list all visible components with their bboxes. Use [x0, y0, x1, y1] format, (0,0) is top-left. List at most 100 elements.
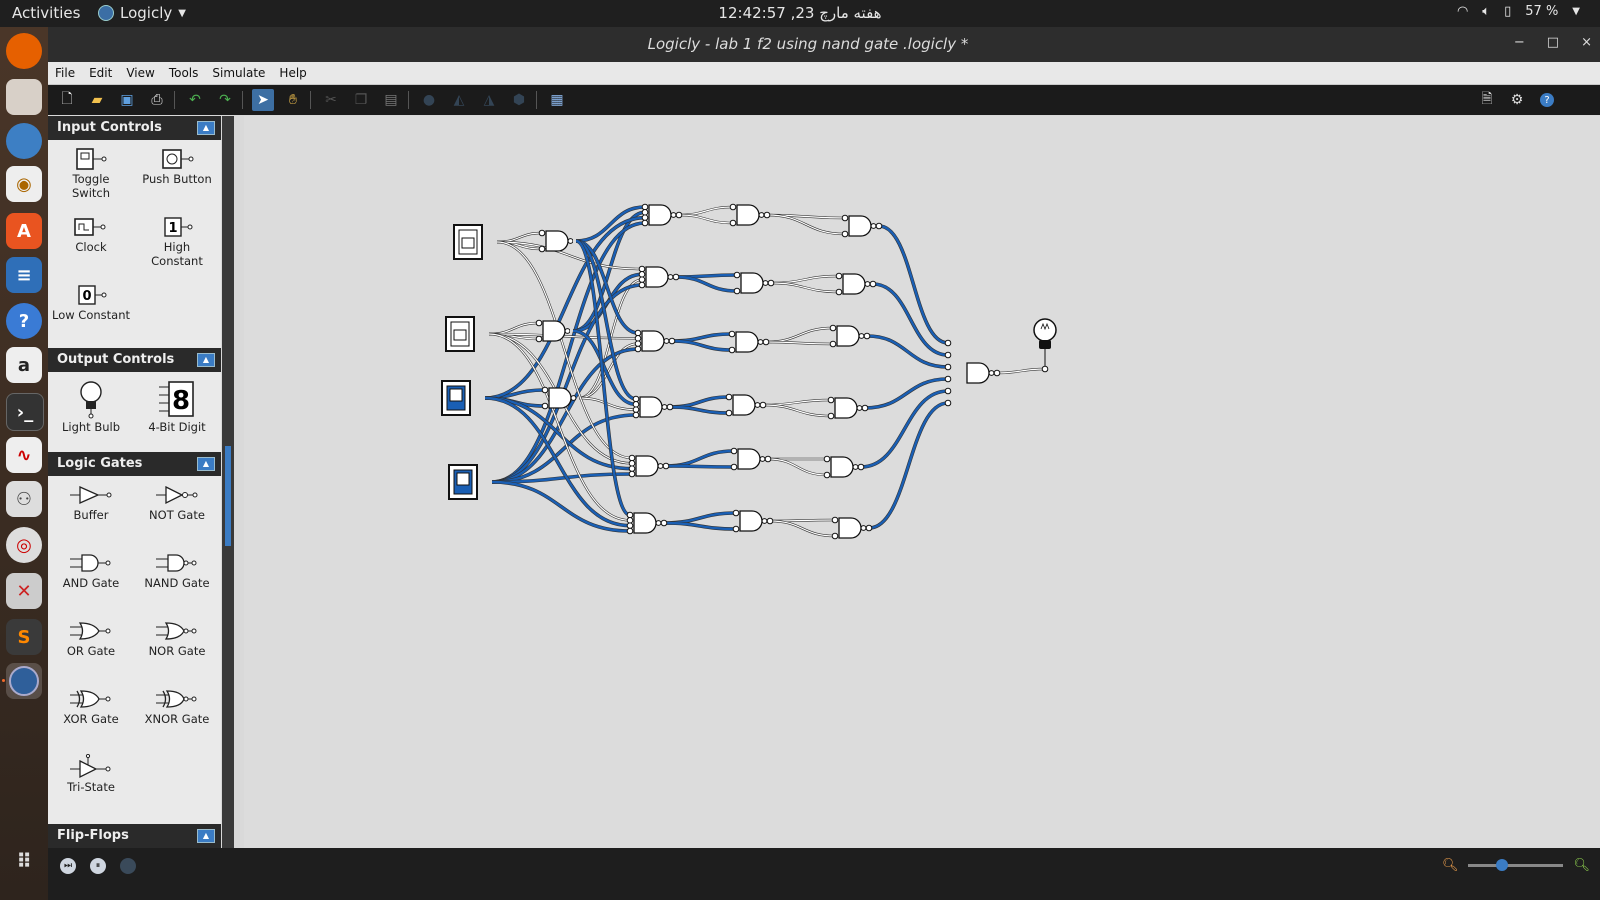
zoom-slider-knob[interactable] [1496, 859, 1509, 871]
window-titlebar[interactable]: Logicly - lab 1 f2 using nand gate .logi… [48, 27, 1600, 62]
connector-pin[interactable] [823, 455, 831, 463]
connector-pin[interactable] [660, 519, 668, 527]
input-controls-header[interactable]: Input Controls ▲ [48, 116, 221, 140]
help-icon[interactable]: ? [6, 303, 42, 339]
connector-pin[interactable] [729, 219, 737, 227]
connector-pin[interactable] [675, 211, 683, 219]
collapse-icon[interactable]: ▲ [197, 353, 215, 367]
connector-pin[interactable] [728, 346, 736, 354]
wire[interactable] [671, 339, 733, 352]
maximize-button[interactable]: □ [1547, 35, 1559, 50]
connector-pin[interactable] [764, 455, 772, 463]
connector-pin[interactable] [730, 447, 738, 455]
flip-horizontal-icon[interactable]: ◭ [448, 89, 470, 111]
connector-pin[interactable] [538, 245, 546, 253]
writer-icon[interactable]: ≡ [6, 257, 42, 293]
wire[interactable] [996, 367, 1046, 375]
connector-pin[interactable] [666, 403, 674, 411]
document-properties-icon[interactable]: 🗎︎ [1476, 89, 1498, 111]
inverter-nand-gate[interactable] [736, 204, 764, 226]
connector-pin[interactable] [732, 509, 740, 517]
zoom-slider[interactable] [1468, 859, 1564, 871]
flip-flops-header[interactable]: Flip-Flops ▲ [48, 824, 221, 848]
minterm-nand-gate[interactable] [641, 330, 669, 352]
wire[interactable] [578, 342, 639, 400]
collapse-icon[interactable]: ▲ [197, 829, 215, 843]
toggle-switch-item[interactable]: Toggle Switch [48, 140, 134, 208]
minterm-nand-gate[interactable] [639, 396, 667, 418]
chrome-icon[interactable]: ◎ [6, 527, 42, 563]
connector-pin[interactable] [725, 393, 733, 401]
inverter-nand-gate[interactable] [739, 510, 767, 532]
connector-pin[interactable] [841, 214, 849, 222]
flip-vertical-icon[interactable]: ◮ [478, 89, 500, 111]
nand-gate-item[interactable]: NAND Gate [134, 544, 220, 612]
connector-pin[interactable] [827, 396, 835, 404]
collapse-icon[interactable]: ▲ [197, 457, 215, 471]
xnor-gate-item[interactable]: XNOR Gate [134, 680, 220, 748]
wire[interactable] [860, 389, 949, 469]
connector-pin[interactable] [729, 203, 737, 211]
paste-icon[interactable]: ▤ [380, 89, 402, 111]
rotate-icon[interactable]: ● [418, 89, 440, 111]
wire[interactable] [491, 480, 631, 533]
connector-pin[interactable] [626, 511, 634, 519]
connector-pin[interactable] [766, 517, 774, 525]
connector-pin[interactable] [632, 395, 640, 403]
toggle-switch-d[interactable] [448, 464, 478, 500]
connector-pin[interactable] [634, 340, 642, 347]
connector-pin[interactable] [869, 280, 877, 288]
connector-pin[interactable] [944, 399, 952, 407]
connector-pin[interactable] [831, 516, 839, 524]
connector-pin[interactable] [863, 332, 871, 340]
system-clock[interactable]: هفته مارچ 23, 12:42:57 [700, 4, 900, 22]
connector-pin[interactable] [626, 522, 634, 529]
inverter-nand-gate[interactable] [842, 273, 870, 295]
clock-item[interactable]: Clock [48, 208, 134, 276]
menu-help[interactable]: Help [272, 62, 313, 84]
connector-pin[interactable] [668, 337, 676, 345]
connector-pin[interactable] [827, 412, 835, 420]
scrollbar-thumb[interactable] [225, 446, 231, 546]
connector-pin[interactable] [641, 203, 649, 211]
inverter-a[interactable] [545, 230, 573, 252]
connector-pin[interactable] [823, 471, 831, 479]
help-circle-icon[interactable]: ? [1536, 89, 1558, 111]
connector-pin[interactable] [638, 271, 646, 278]
connector-pin[interactable] [538, 229, 546, 237]
connector-pin[interactable] [841, 230, 849, 238]
connector-pin[interactable] [728, 330, 736, 338]
undo-icon[interactable]: ↶ [184, 89, 206, 111]
menu-tools[interactable]: Tools [162, 62, 206, 84]
wire[interactable] [678, 205, 734, 217]
tri-state-item[interactable]: Tri-State [48, 748, 134, 816]
rhythmbox-icon[interactable]: ◉ [6, 166, 42, 202]
push-button-item[interactable]: Push Button [134, 140, 220, 208]
circuit-canvas[interactable] [244, 116, 1600, 848]
connector-pin[interactable] [725, 409, 733, 417]
connector-pin[interactable] [628, 470, 636, 478]
minterm-nand-gate[interactable] [633, 512, 661, 534]
app-menu[interactable]: Logicly ▼ [98, 4, 186, 22]
menu-simulate[interactable]: Simulate [205, 62, 272, 84]
connector-pin[interactable] [759, 401, 767, 409]
connector-pin[interactable] [628, 465, 636, 472]
connector-pin[interactable] [641, 209, 649, 216]
connector-pin[interactable] [632, 406, 640, 413]
output-nand-gate[interactable] [966, 362, 994, 384]
high-constant-item[interactable]: 1 High Constant [134, 208, 220, 276]
connector-pin[interactable] [875, 222, 883, 230]
connector-pin[interactable] [829, 324, 837, 332]
amazon-icon[interactable]: a [6, 347, 42, 383]
document-viewer-icon[interactable]: ∿ [6, 437, 42, 473]
wire[interactable] [678, 213, 734, 225]
connector-pin[interactable] [535, 335, 543, 343]
inverter-nand-gate[interactable] [830, 456, 858, 478]
connector-pin[interactable] [634, 329, 642, 337]
save-icon[interactable]: ▣ [116, 89, 138, 111]
connector-pin[interactable] [732, 525, 740, 533]
sublime-text-icon[interactable]: S [6, 619, 42, 655]
menu-file[interactable]: File [48, 62, 82, 84]
connector-pin[interactable] [944, 375, 952, 383]
connector-pin[interactable] [628, 454, 636, 462]
